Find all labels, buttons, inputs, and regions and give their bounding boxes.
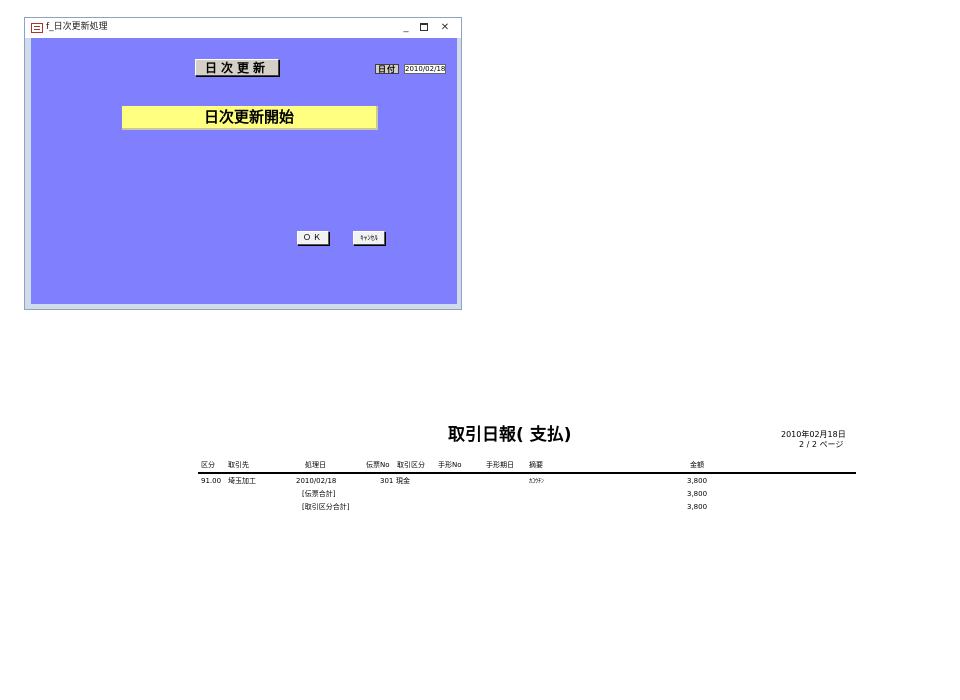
- report-date: 2010年02月18日: [781, 430, 846, 439]
- form-icon: [31, 23, 43, 33]
- col-header-kubun: 区分: [201, 461, 215, 469]
- header-rule: [198, 472, 856, 474]
- cell-shoribi: 2010/02/18: [296, 477, 337, 485]
- cell-denpyo-no: 301: [380, 477, 394, 485]
- status-banner: 日次更新開始: [122, 106, 378, 130]
- subtotal-label: [伝票合計]: [302, 490, 336, 498]
- date-field[interactable]: 2010/02/18: [404, 64, 446, 74]
- date-label: 日付: [375, 64, 399, 74]
- col-header-torihiki-kubun: 取引区分: [397, 461, 425, 469]
- cancel-button[interactable]: ｷｬﾝｾﾙ: [353, 231, 385, 245]
- cell-tekiyo: ｶｺｳﾁﾝ: [529, 478, 545, 485]
- subtotal-amount: 3,800: [687, 490, 708, 498]
- col-header-tegata-kijitsu: 手形期日: [486, 461, 514, 469]
- col-header-kingaku: 金額: [690, 461, 704, 469]
- subtotal-label: [取引区分合計]: [302, 503, 350, 511]
- col-header-shoribi: 処理日: [305, 461, 326, 469]
- maximize-icon: [420, 23, 428, 31]
- maximize-button[interactable]: [416, 21, 432, 35]
- col-header-torihikisaki: 取引先: [228, 461, 249, 469]
- subtotal-amount: 3,800: [687, 503, 708, 511]
- col-header-tegata-no: 手形No: [438, 461, 462, 469]
- col-header-tekiyo: 摘要: [529, 461, 543, 469]
- cell-torihiki-kubun: 現金: [396, 477, 410, 485]
- cell-kingaku: 3,800: [687, 477, 708, 485]
- ok-button[interactable]: ＯＫ: [297, 231, 329, 245]
- close-button[interactable]: ✕: [437, 21, 453, 35]
- title-bar[interactable]: f_日次更新処理 _ ✕: [25, 18, 461, 39]
- col-header-denpyo-no: 伝票No: [366, 461, 390, 469]
- form-window: f_日次更新処理 _ ✕ 日次更新 日付 2010/02/18 日次更新開始 Ｏ…: [24, 17, 462, 310]
- daily-update-header-button[interactable]: 日次更新: [195, 59, 279, 76]
- report-title: 取引日報( 支払): [448, 425, 572, 445]
- cell-kubun: 91.00: [201, 477, 222, 485]
- minimize-button[interactable]: _: [398, 21, 414, 35]
- window-title: f_日次更新処理: [46, 22, 108, 32]
- report-page-number: 2 / 2 ページ: [799, 440, 844, 449]
- cell-torihikisaki: 埼玉加工: [228, 477, 256, 485]
- form-body: 日次更新 日付 2010/02/18 日次更新開始 ＯＫ ｷｬﾝｾﾙ: [31, 38, 457, 304]
